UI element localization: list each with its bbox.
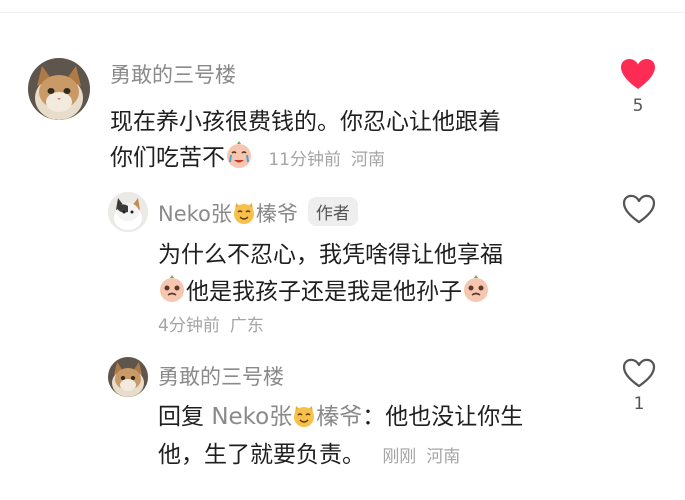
- comment-text-line: 你们吃苦不: [110, 145, 225, 171]
- username-text: Neko张: [158, 202, 232, 226]
- pleading-face-emoji: [462, 275, 490, 303]
- comment-text-line: ：他也没让你生: [362, 404, 524, 430]
- like-count: 5: [632, 96, 644, 116]
- comment-text: 为什么不忍心，我凭啥得让他享福: [158, 235, 503, 269]
- mention-text: 榛爷: [316, 404, 363, 430]
- comment-text: 现在养小孩很费钱的。你忍心让他跟着: [110, 102, 501, 136]
- comment-username[interactable]: Neko张 榛爷 作者: [158, 197, 358, 228]
- reply-label: 回复: [158, 404, 204, 430]
- comment-username[interactable]: 勇敢的三号楼: [110, 59, 236, 89]
- crying-face-emoji: [225, 141, 253, 169]
- like-button[interactable]: 1: [621, 358, 657, 414]
- location: 河南: [426, 447, 461, 467]
- timestamp: 11分钟前: [268, 150, 341, 170]
- mention-link[interactable]: Neko张 榛爷: [211, 404, 362, 430]
- avatar[interactable]: [108, 192, 148, 232]
- comment-text-second-line: 他是我孩子还是我是他孙子: [158, 272, 490, 306]
- like-count: 1: [633, 394, 645, 414]
- mention-text: Neko张: [211, 404, 293, 430]
- location: 河南: [350, 150, 385, 170]
- comment-text-line: 现在养小孩很费钱的。你忍心让他跟着: [110, 109, 501, 135]
- comment-text-line: 他，生了就要负责。: [158, 442, 365, 468]
- cat-face-emoji: [232, 201, 256, 225]
- comment-text-second-line: 他，生了就要负责。 刚刚 河南: [158, 435, 470, 469]
- author-badge: 作者: [307, 197, 358, 226]
- heart-outline-icon: [622, 358, 656, 388]
- comment-meta: 4分钟前 广东: [158, 311, 274, 336]
- avatar[interactable]: [28, 58, 90, 120]
- comment-text-second-line: 你们吃苦不 11分钟前 河南: [110, 138, 395, 172]
- location: 广东: [229, 316, 264, 336]
- cat-face-emoji: [292, 404, 316, 428]
- avatar[interactable]: [108, 357, 148, 397]
- pleading-face-emoji: [158, 275, 186, 303]
- timestamp: 4分钟前: [158, 316, 220, 336]
- username-text: 榛爷: [255, 202, 298, 226]
- divider: [0, 12, 685, 13]
- comment-text: 回复 Neko张 榛爷：他也没让你生: [158, 397, 523, 431]
- heart-outline-icon: [622, 194, 656, 224]
- comment-text-line: 他是我孩子还是我是他孙子: [186, 279, 462, 305]
- like-button[interactable]: [621, 194, 657, 224]
- comment-username[interactable]: 勇敢的三号楼: [158, 361, 284, 391]
- heart-filled-icon: [621, 59, 655, 89]
- comment-text-line: 为什么不忍心，我凭啥得让他享福: [158, 242, 503, 268]
- like-button[interactable]: 5: [620, 58, 656, 116]
- timestamp: 刚刚: [382, 447, 417, 467]
